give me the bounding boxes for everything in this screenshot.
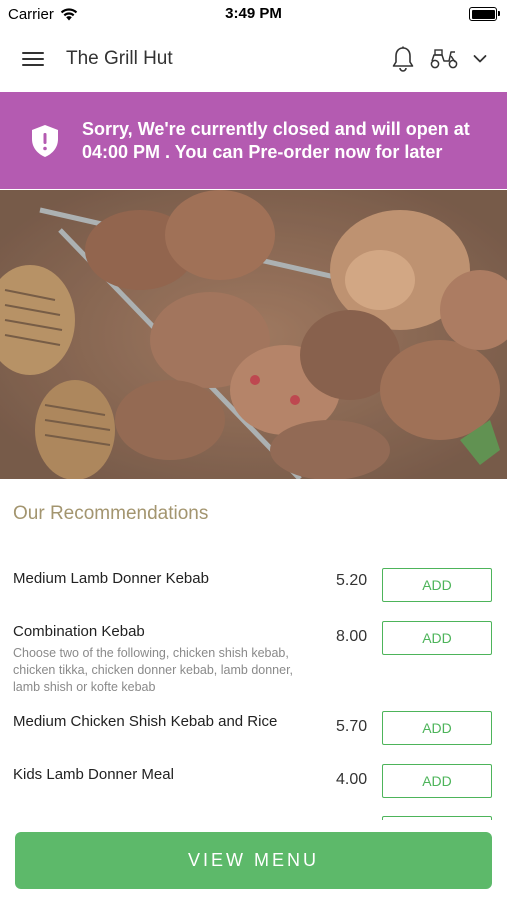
battery-icon — [469, 7, 500, 21]
notification-bell-icon[interactable] — [391, 46, 415, 72]
hero-food-image — [0, 190, 507, 479]
item-name: Medium Lamb Donner Kebab — [13, 570, 209, 587]
item-price: 8.00 — [336, 628, 368, 645]
hamburger-menu-icon[interactable] — [22, 50, 46, 68]
item-price: 5.20 — [336, 572, 368, 589]
header-actions — [391, 46, 487, 72]
closed-notice-text: Sorry, We're currently closed and will o… — [82, 118, 470, 162]
add-button[interactable]: ADD — [382, 764, 492, 798]
item-price: 4.00 — [336, 771, 368, 788]
item-description: Choose two of the following, chicken shi… — [13, 646, 294, 694]
app-header: The Grill Hut — [0, 28, 507, 90]
view-menu-button[interactable]: VIEW MENU — [15, 832, 492, 889]
recommendations-list: Medium Lamb Donner Kebab 5.20 ADD Combin… — [0, 558, 507, 820]
delivery-scooter-icon[interactable] — [429, 48, 459, 70]
item-price: 5.70 — [336, 718, 368, 735]
add-button[interactable]: ADD — [382, 568, 492, 602]
add-button[interactable]: ADD — [382, 621, 492, 655]
item-name: Medium Chicken Shish Kebab and Rice — [13, 713, 278, 730]
chevron-down-icon[interactable] — [473, 54, 487, 64]
recommendations-heading: Our Recommendations — [13, 503, 209, 524]
status-time: 3:49 PM — [225, 5, 282, 22]
restaurant-title: The Grill Hut — [66, 48, 173, 69]
item-name: Combination Kebab — [13, 623, 145, 640]
closed-notice-banner: Sorry, We're currently closed and will o… — [0, 92, 507, 189]
shield-alert-icon — [32, 124, 58, 157]
item-name: Kids Lamb Donner Meal — [13, 766, 174, 783]
add-button-partial[interactable] — [382, 816, 492, 820]
add-button[interactable]: ADD — [382, 711, 492, 745]
status-bar: Carrier 3:49 PM — [0, 0, 507, 28]
